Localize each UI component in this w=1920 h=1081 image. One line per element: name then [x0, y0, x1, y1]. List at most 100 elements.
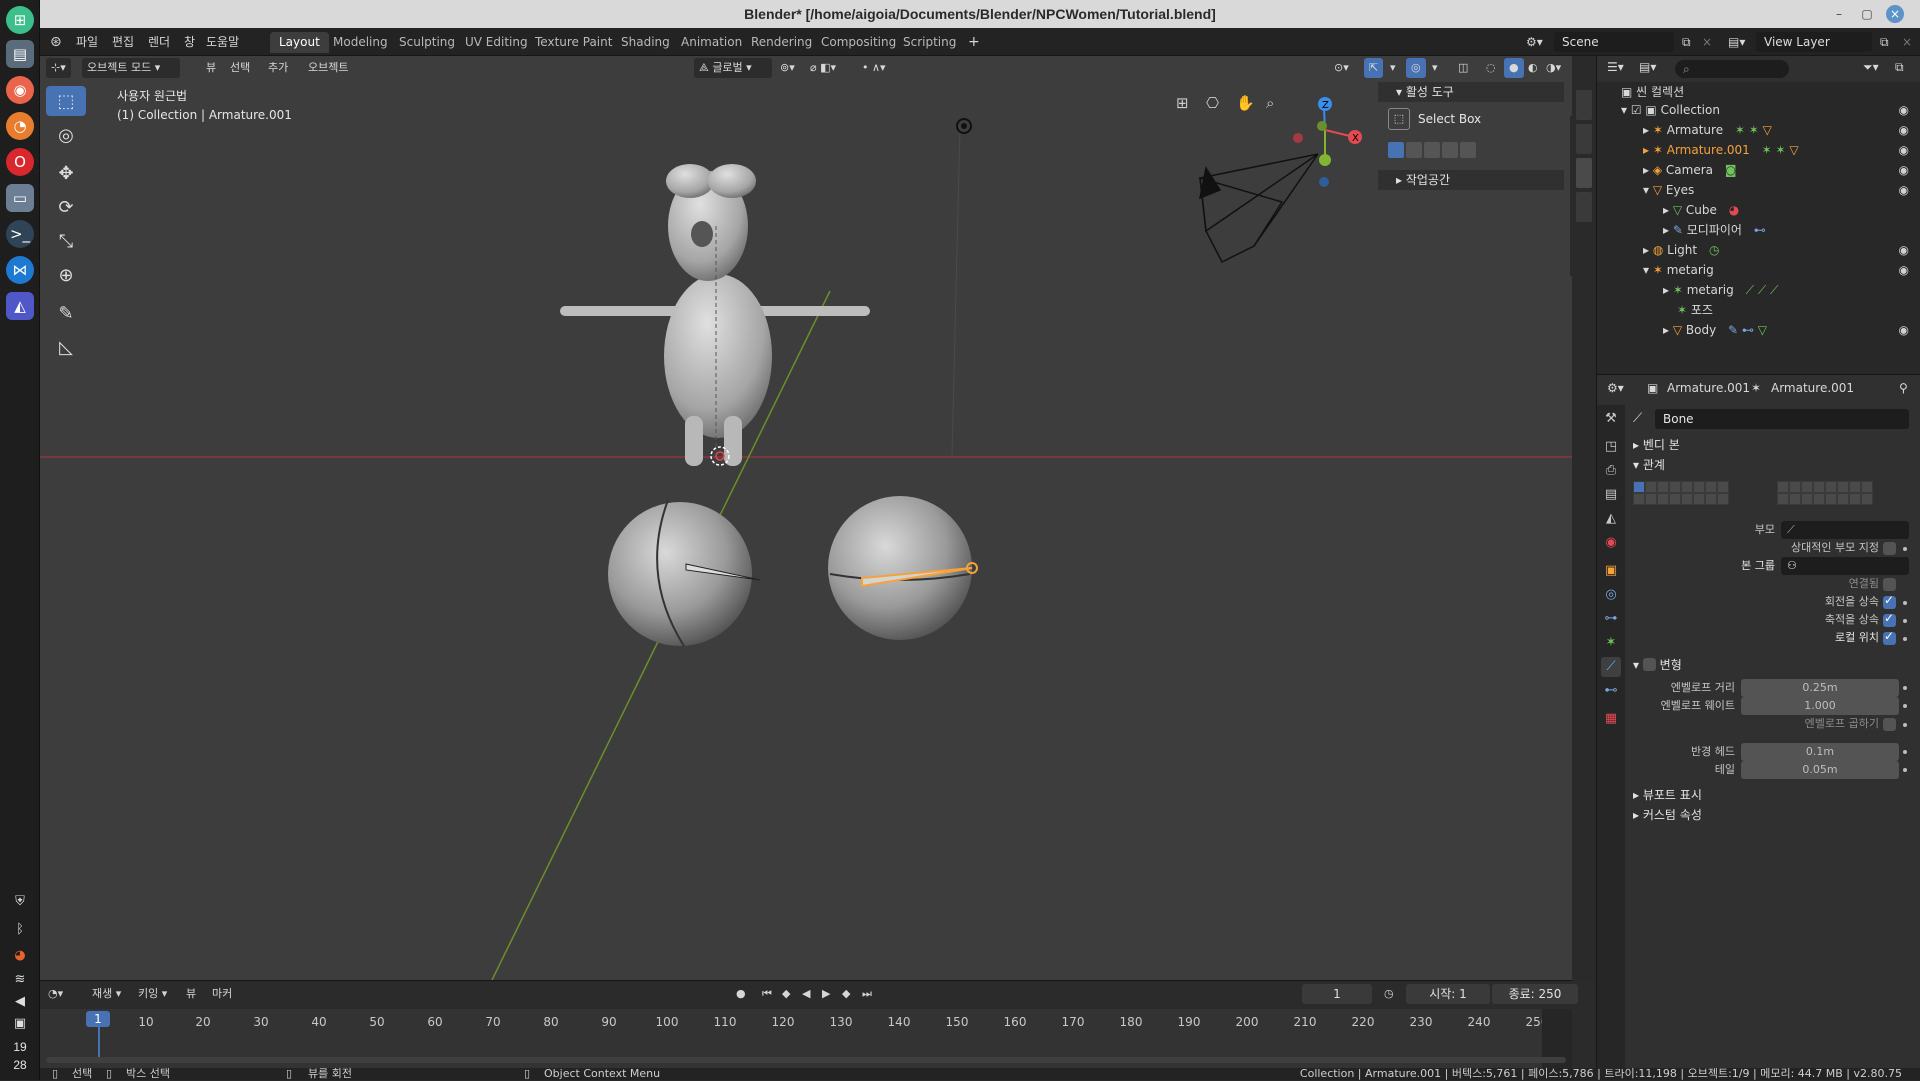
tab-texture-paint[interactable]: Texture Paint — [526, 32, 621, 53]
outliner-row-body[interactable]: ▸ ▽ Body ✎ ⊷ ▽ ◉ — [1597, 320, 1920, 340]
active-tool-section[interactable]: ▾ 활성 도구 — [1378, 82, 1564, 102]
delete-scene-icon[interactable]: × — [1696, 32, 1718, 52]
view-menu[interactable]: 뷰 — [186, 985, 196, 1003]
pin-icon[interactable]: ⚲ — [1899, 381, 1908, 395]
select-box-icon[interactable]: ⬚ — [1388, 108, 1410, 130]
tab-uv-editing[interactable]: UV Editing — [456, 32, 537, 53]
outliner-row-armature-001[interactable]: ▸ ✶ Armature.001 ✶ ✶ ▽ ◉ — [1597, 140, 1920, 160]
proportional-edit-icon[interactable]: • ∧▾ — [862, 58, 886, 78]
tab-layout[interactable]: Layout — [270, 32, 329, 53]
select-mode-buttons[interactable] — [1388, 142, 1478, 160]
next-keyframe-button[interactable]: ◆ — [842, 985, 850, 1003]
eye-icon[interactable]: ◉ — [1899, 140, 1909, 160]
eye-icon[interactable]: ◉ — [1899, 120, 1909, 140]
menu-window[interactable]: 창 — [178, 32, 201, 52]
playhead-frame[interactable]: 1 — [86, 1011, 110, 1027]
keyframe-dot[interactable] — [1903, 723, 1907, 727]
eye-sphere-right[interactable] — [828, 496, 978, 640]
properties-editor-type-icon[interactable]: ⚙▾ — [1607, 381, 1624, 395]
eye-icon[interactable]: ◉ — [1899, 320, 1909, 340]
measure-tool-icon[interactable]: ◺ — [46, 332, 86, 362]
parent-field[interactable]: ⟋ — [1781, 521, 1909, 539]
world-tab-icon[interactable]: ◉ — [1601, 533, 1621, 553]
outliner-row-camera[interactable]: ▸ ◈ Camera ◙ ◉ — [1597, 160, 1920, 180]
vscode-icon[interactable]: ⋈ — [6, 256, 34, 284]
add-workspace-icon[interactable]: + — [962, 32, 986, 52]
keyframe-dot[interactable] — [1903, 637, 1907, 641]
eye-icon[interactable]: ◉ — [1899, 260, 1909, 280]
envelope-multiply-checkbox[interactable] — [1883, 718, 1896, 731]
material-shading-icon[interactable]: ◐ — [1528, 58, 1538, 78]
tab-scripting[interactable]: Scripting — [894, 32, 965, 53]
tab-animation[interactable]: Animation — [672, 32, 751, 53]
keyframe-dot[interactable] — [1903, 768, 1907, 772]
menu-file[interactable]: 파일 — [70, 32, 104, 52]
local-location-checkbox[interactable] — [1883, 629, 1896, 645]
eye-icon[interactable]: ◉ — [1899, 180, 1909, 200]
tab-view[interactable] — [1576, 158, 1592, 188]
delete-view-layer-icon[interactable]: × — [1896, 32, 1918, 52]
move-tool-icon[interactable]: ✥ — [46, 158, 86, 188]
relations-panel[interactable]: ▾ 관계 — [1633, 455, 1665, 475]
breadcrumb-object[interactable]: Armature.001 — [1667, 381, 1750, 395]
terminal-icon[interactable]: >_ — [6, 220, 34, 248]
play-button[interactable]: ▶ — [822, 985, 830, 1003]
object-tab-icon[interactable]: ▣ — [1601, 561, 1621, 581]
output-tab-icon[interactable]: ⎙ — [1601, 461, 1621, 481]
current-frame-field[interactable]: 1 — [1302, 984, 1372, 1004]
custom-properties-panel[interactable]: ▸ 커스텀 속성 — [1633, 805, 1702, 825]
relative-parent-checkbox[interactable] — [1883, 542, 1896, 555]
transform-orientation-dropdown[interactable]: ⟁ 글로벌 ▾ — [694, 58, 772, 78]
eye-sphere-left[interactable] — [608, 499, 761, 647]
radius-head-field[interactable]: 0.1m — [1741, 743, 1899, 761]
scale-tool-icon[interactable]: ⤡ — [46, 226, 86, 256]
armature-data-tab-icon[interactable]: ✶ — [1601, 633, 1621, 653]
menu-help[interactable]: 도움말 — [200, 32, 245, 52]
wireframe-shading-icon[interactable]: ◌ — [1486, 58, 1496, 78]
outliner-row-light[interactable]: ▸ ◍ Light ◷ ◉ — [1597, 240, 1920, 260]
view-layer-field[interactable]: View Layer — [1756, 32, 1872, 52]
menu-view[interactable]: 뷰 — [206, 58, 216, 78]
opera-icon[interactable]: O — [6, 148, 34, 176]
volume-icon[interactable]: ◀ — [10, 994, 30, 1012]
visibility-icon[interactable]: ⊙▾ — [1334, 58, 1349, 78]
outliner-row-metarig-data[interactable]: ▸ ✶ metarig ⟋ ⟋ ⟋ — [1597, 280, 1920, 300]
radius-tail-field[interactable]: 0.05m — [1741, 761, 1899, 779]
envelope-weight-field[interactable]: 1.000 — [1741, 697, 1899, 715]
breadcrumb-data[interactable]: Armature.001 — [1771, 381, 1854, 395]
timeline-scrollbar[interactable] — [46, 1057, 1566, 1063]
tool-tab-icon[interactable]: ⚒ — [1601, 409, 1621, 429]
outliner-row-pose[interactable]: ✶ 포즈 — [1597, 300, 1920, 320]
tab-rendering[interactable]: Rendering — [742, 32, 821, 53]
blender-app-icon[interactable]: ◔ — [6, 112, 34, 140]
outliner-search-input[interactable]: ⌕ — [1675, 60, 1789, 78]
texture-tab-icon[interactable]: ▦ — [1601, 709, 1621, 729]
eye-icon[interactable]: ◉ — [1899, 160, 1909, 180]
editor-type-icon[interactable]: ⊹▾ — [46, 58, 71, 78]
outliner-row-modifiers[interactable]: ▸ ✎ 모디파이어 ⊷ — [1597, 220, 1920, 240]
outliner-row-metarig[interactable]: ▾ ✶ metarig ◉ — [1597, 260, 1920, 280]
file-manager-icon[interactable]: ▤ — [6, 40, 34, 68]
jump-start-button[interactable]: ⏮ — [762, 985, 772, 1003]
bendy-bones-panel[interactable]: ▸ 벤디 본 — [1633, 435, 1680, 455]
inherit-scale-checkbox[interactable] — [1883, 611, 1896, 627]
browser-icon[interactable]: ◉ — [6, 76, 34, 104]
scene-tab-icon[interactable]: ◭ — [1601, 509, 1621, 529]
shield-icon[interactable]: ⛨ — [10, 894, 30, 912]
render-tab-icon[interactable]: ◳ — [1601, 437, 1621, 457]
prev-keyframe-button[interactable]: ◆ — [782, 985, 790, 1003]
bone-tab-icon[interactable]: ⟋ — [1601, 657, 1621, 677]
keyframe-dot[interactable] — [1903, 750, 1907, 754]
tab-tool[interactable] — [1576, 124, 1592, 154]
bone-layers-grid-b[interactable] — [1777, 481, 1907, 509]
scene-selector-icon[interactable]: ⚙▾ — [1520, 32, 1549, 52]
transform-tool-icon[interactable]: ⊕ — [46, 260, 86, 290]
xray-toggle-icon[interactable]: ◫ — [1458, 58, 1468, 78]
cursor-tool-icon[interactable]: ◎ — [46, 120, 86, 150]
bone-name-field[interactable]: Bone — [1655, 409, 1909, 429]
keying-menu[interactable]: 키잉 ▾ — [138, 985, 167, 1003]
outliner-row-armature[interactable]: ▸ ✶ Armature ✶ ✶ ▽ ◉ — [1597, 120, 1920, 140]
tab-modeling[interactable]: Modeling — [324, 32, 397, 53]
navigation-gizmo[interactable]: Z X — [1270, 86, 1376, 192]
3d-viewport[interactable]: ⊹▾ 오브젝트 모드 ▾ 뷰 선택 추가 오브젝트 ⟁ 글로벌 ▾ ⊚▾ ⌀ ◧… — [40, 56, 1572, 980]
